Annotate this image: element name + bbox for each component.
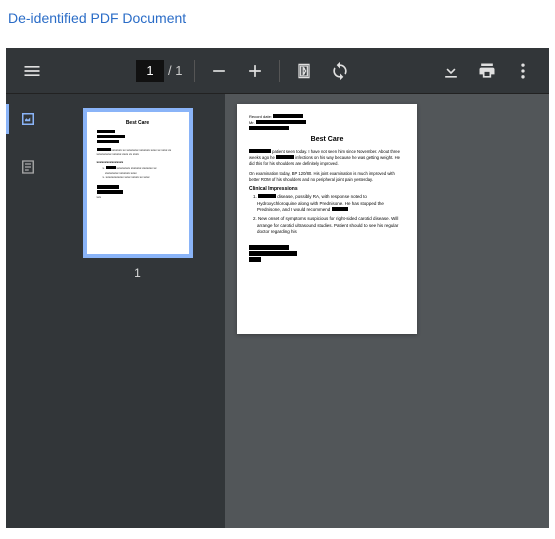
pdf-page-1: Record date: Mr. Best Care patient seen … — [237, 104, 417, 334]
download-button[interactable] — [433, 53, 469, 89]
page-total: / 1 — [168, 63, 182, 78]
outline-tab[interactable] — [13, 152, 43, 182]
page-indicator: 1 / 1 — [136, 60, 182, 82]
fit-page-button[interactable] — [286, 53, 322, 89]
thumbnail-label: 1 — [134, 266, 141, 280]
separator — [194, 60, 195, 82]
page-current-input[interactable]: 1 — [136, 60, 164, 82]
thumbnail-page-1[interactable]: Best Care xxxxxxx xx xxxxxxxx xxxxxxx xx… — [83, 108, 193, 258]
pdf-viewer: 1 / 1 — [6, 48, 549, 528]
toolbar: 1 / 1 — [6, 48, 549, 94]
section-impressions: Clinical Impressions — [249, 186, 405, 192]
separator — [279, 60, 280, 82]
viewer-content: Best Care xxxxxxx xx xxxxxxxx xxxxxxx xx… — [6, 94, 549, 528]
document-title-link[interactable]: De-identified PDF Document — [0, 0, 555, 36]
zoom-out-button[interactable] — [201, 53, 237, 89]
impression-2: 2. New onset of symptoms suspicious for … — [257, 216, 405, 235]
document-pane[interactable]: Record date: Mr. Best Care patient seen … — [225, 94, 549, 528]
thumbnails-tab[interactable] — [13, 104, 43, 134]
thumb-title: Best Care — [97, 120, 179, 126]
para2: On examination today, BP 120/80. His joi… — [249, 171, 405, 183]
zoom-in-button[interactable] — [237, 53, 273, 89]
menu-button[interactable] — [14, 53, 50, 89]
doc-title: Best Care — [249, 136, 405, 143]
thumbnail-pane: Best Care xxxxxxx xx xxxxxxxx xxxxxxx xx… — [50, 94, 225, 528]
more-button[interactable] — [505, 53, 541, 89]
impression-1: 1. disease, possibly RA, with response n… — [257, 194, 405, 213]
rotate-button[interactable] — [322, 53, 358, 89]
sidebar — [6, 94, 50, 528]
print-button[interactable] — [469, 53, 505, 89]
active-tab-indicator — [6, 104, 9, 134]
